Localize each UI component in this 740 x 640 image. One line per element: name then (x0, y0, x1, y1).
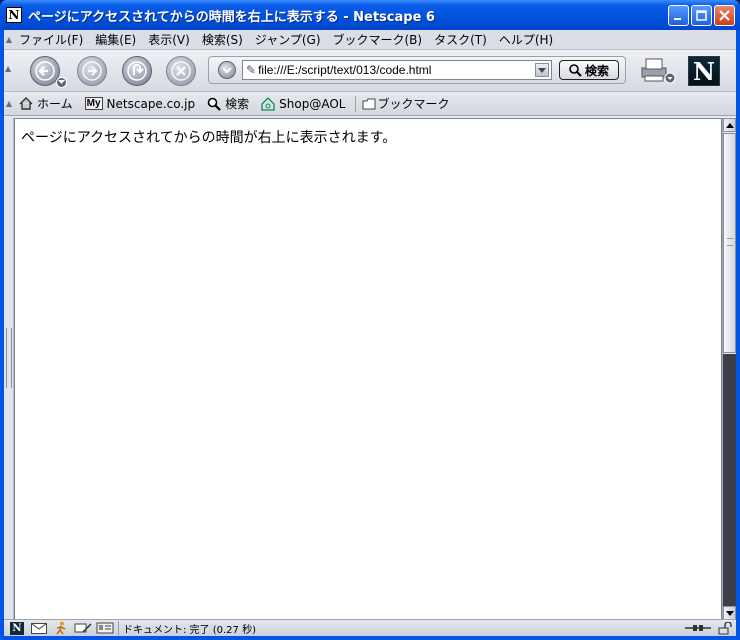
chevron-down-icon (222, 66, 232, 73)
nav-grip-icon[interactable]: ▲ (5, 64, 11, 73)
status-text: ドキュメント: 完了 (0.27 秒) (123, 624, 256, 636)
toolbar-separator (355, 95, 357, 112)
personal-grip-icon[interactable]: ▲ (5, 99, 13, 108)
bookmarks-folder[interactable]: ブックマーク (360, 95, 455, 112)
bookmarks-label: ブックマーク (377, 97, 450, 111)
window-title: ページにアクセスされてからの時間を右上に表示する - Netscape 6 (28, 9, 435, 25)
minimize-icon (674, 18, 681, 20)
menu-bar: ▲ ファイル(F) 編集(E) 表示(V) 検索(S) ジャンプ(G) ブックマ… (4, 30, 736, 50)
url-input[interactable] (258, 63, 529, 77)
menu-tasks[interactable]: タスク(T) (428, 31, 493, 48)
splitter-grip-icon[interactable] (6, 328, 12, 388)
url-box: ✎ (242, 60, 552, 80)
reload-icon (127, 61, 147, 81)
scroll-thumb[interactable] (723, 133, 736, 353)
home-link[interactable]: ホーム (13, 95, 79, 112)
app-icon-letter: N (8, 8, 20, 22)
my-netscape-icon: My (84, 97, 103, 110)
shop-house-icon (261, 96, 275, 111)
chevron-down-icon (725, 610, 734, 616)
browser-window: N ページにアクセスされてからの時間を右上に表示する - Netscape 6 … (0, 0, 740, 640)
menu-help[interactable]: ヘルプ(H) (493, 31, 559, 48)
sidebar-splitter[interactable] (4, 118, 14, 621)
edit-pen-icon (74, 623, 92, 633)
scroll-up-button[interactable] (723, 118, 736, 132)
page-link-icon: ✎ (246, 63, 257, 77)
netscape-link-label: Netscape.co.jp (106, 96, 196, 111)
back-dropdown-icon[interactable] (56, 77, 67, 88)
address-book-icon[interactable] (96, 621, 114, 635)
home-icon (19, 97, 33, 110)
chevron-down-icon (538, 67, 546, 73)
chevron-up-icon (725, 122, 734, 128)
menu-grip-icon[interactable]: ▲ (5, 33, 13, 47)
page-content: ページにアクセスされてからの時間が右上に表示されます。 (14, 118, 722, 621)
menu-view[interactable]: 表示(V) (142, 31, 196, 48)
envelope-icon (31, 622, 47, 634)
thumb-grip-icon (727, 238, 733, 246)
status-bar: N ドキュメント: 完了 (0.27 秒) (4, 619, 736, 636)
personal-toolbar: ▲ ホーム My Netscape.co.jp 検索 Shop@AOL ブックマ… (4, 92, 736, 116)
forward-button[interactable] (77, 56, 107, 86)
n-letter: N (10, 621, 24, 635)
scroll-down-button[interactable] (723, 606, 736, 620)
menu-go[interactable]: ジャンプ(G) (249, 31, 327, 48)
composer-icon[interactable] (74, 621, 92, 635)
url-history-dropdown[interactable] (535, 63, 549, 77)
url-bar-container: ✎ 検索 (208, 56, 626, 84)
magnifier-icon (207, 97, 221, 111)
close-button[interactable] (714, 5, 735, 26)
search-button[interactable]: 検索 (559, 60, 619, 80)
netscape-app-icon: N (6, 7, 22, 23)
menu-search[interactable]: 検索(S) (196, 31, 249, 48)
menu-bookmarks[interactable]: ブックマーク(B) (327, 31, 429, 48)
logo-letter: N (693, 56, 715, 86)
shop-link-label: Shop@AOL (279, 96, 346, 111)
stop-button[interactable] (166, 56, 196, 86)
maximize-icon (696, 10, 707, 21)
window-controls (668, 5, 735, 26)
navigation-toolbar: ▲ ✎ file:///E:/script/text/013/code.html… (4, 50, 736, 92)
search-button-label: 検索 (584, 63, 609, 78)
home-label: ホーム (37, 97, 73, 111)
search-link[interactable]: 検索 (201, 95, 255, 112)
online-connection-icon[interactable] (684, 623, 712, 633)
search-link-label: 検索 (225, 97, 250, 111)
forward-arrow-icon (82, 61, 102, 81)
title-bar[interactable]: N ページにアクセスされてからの時間を右上に表示する - Netscape 6 (0, 0, 740, 30)
menu-file[interactable]: ファイル(F) (13, 31, 89, 48)
shop-aol-link[interactable]: Shop@AOL (255, 97, 351, 111)
scroll-track[interactable] (723, 354, 736, 607)
mail-icon[interactable] (30, 621, 48, 635)
status-separator (118, 621, 119, 635)
minimize-button[interactable] (668, 5, 689, 26)
maximize-button[interactable] (691, 5, 712, 26)
status-right-area (684, 621, 732, 635)
go-button[interactable] (218, 61, 236, 79)
print-button[interactable] (636, 52, 678, 90)
close-icon (719, 10, 730, 21)
netscape-co-jp-link[interactable]: My Netscape.co.jp (79, 97, 201, 111)
aim-icon[interactable] (52, 621, 70, 635)
browser-frame: ▲ ファイル(F) 編集(E) 表示(V) 検索(S) ジャンプ(G) ブックマ… (4, 30, 736, 636)
running-man-icon (56, 621, 66, 635)
stop-icon (171, 61, 191, 81)
menu-edit[interactable]: 編集(E) (89, 31, 142, 48)
printer-icon (641, 58, 676, 84)
netscape-logo[interactable]: N (688, 56, 720, 86)
chevron-down-icon (58, 80, 65, 84)
magnifier-icon (569, 63, 582, 77)
address-card-icon (96, 622, 114, 634)
back-arrow-icon (35, 61, 55, 81)
security-lock-icon[interactable] (718, 621, 732, 635)
folder-icon (362, 98, 376, 109)
netscape-task-icon[interactable]: N (8, 621, 26, 635)
vertical-scrollbar[interactable] (722, 118, 736, 621)
page-text: ページにアクセスされてからの時間が右上に表示されます。 (21, 130, 397, 146)
reload-button[interactable] (122, 56, 152, 86)
